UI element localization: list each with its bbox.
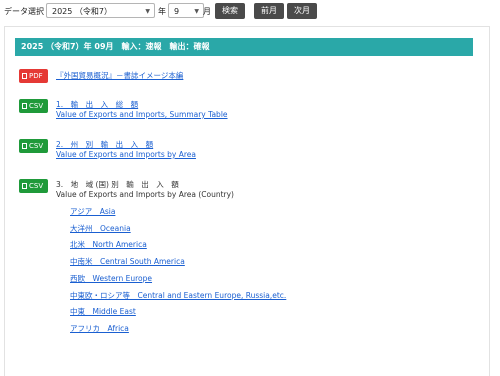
toolbar: データ選択 2025 （令和7） ▼ 年 9 ▼ 月 検索 前月 次月 <box>0 0 500 24</box>
pdf-badge-label: PDF <box>29 72 43 80</box>
csv-badge-label: CSV <box>29 142 44 150</box>
search-button[interactable]: 検索 <box>215 3 245 19</box>
csv-badge[interactable]: CSV <box>19 179 48 193</box>
pdf-overview-link[interactable]: 『外国貿易概況』－書誌イメージ本編 <box>56 70 183 81</box>
region-link-north-america[interactable]: 北米 North America <box>70 239 147 250</box>
pdf-icon <box>22 73 27 79</box>
prev-month-button[interactable]: 前月 <box>254 3 284 19</box>
csv-badge-label: CSV <box>29 182 44 190</box>
summary-table-link-ja[interactable]: 1. 輸 出 入 総 額 <box>56 99 138 110</box>
csv-badge[interactable]: CSV <box>19 99 48 113</box>
region-link-central-eastern-europe[interactable]: 中東欧・ロシア等 Central and Eastern Europe, Rus… <box>70 290 286 301</box>
region-link-oceania[interactable]: 大洋州 Oceania <box>70 223 131 234</box>
content-panel: 2025 （令和7）年 09月 輸入：速報 輸出：確報 PDF 『外国貿易概況』… <box>4 26 490 376</box>
pdf-badge[interactable]: PDF <box>19 69 48 83</box>
by-country-title-en: Value of Exports and Imports by Area (Co… <box>56 190 234 199</box>
data-select-label: データ選択 <box>4 7 44 16</box>
year-select[interactable]: 2025 （令和7） ▼ <box>46 3 155 18</box>
csv-icon <box>22 143 27 149</box>
csv-icon <box>22 183 27 189</box>
year-unit-label: 年 <box>158 7 166 16</box>
chevron-down-icon: ▼ <box>194 8 199 15</box>
period-header: 2025 （令和7）年 09月 輸入：速報 輸出：確報 <box>15 38 473 56</box>
region-link-central-south-america[interactable]: 中南米 Central South America <box>70 256 185 267</box>
region-link-africa[interactable]: アフリカ Africa <box>70 323 129 334</box>
month-select[interactable]: 9 ▼ <box>168 3 204 18</box>
region-link-western-europe[interactable]: 西欧 Western Europe <box>70 273 152 284</box>
month-unit-label: 月 <box>203 7 211 16</box>
csv-badge[interactable]: CSV <box>19 139 48 153</box>
csv-badge-label: CSV <box>29 102 44 110</box>
csv-icon <box>22 103 27 109</box>
by-area-link-en[interactable]: Value of Exports and Imports by Area <box>56 150 196 159</box>
next-month-button[interactable]: 次月 <box>287 3 317 19</box>
month-select-value: 9 <box>174 7 180 16</box>
summary-table-link-en[interactable]: Value of Exports and Imports, Summary Ta… <box>56 110 228 119</box>
year-select-value: 2025 （令和7） <box>52 7 112 16</box>
region-link-asia[interactable]: アジア Asia <box>70 206 115 217</box>
by-country-title-ja: 3. 地 域 (国) 別 輸 出 入 額 <box>56 180 179 189</box>
by-area-link-ja[interactable]: 2. 州 別 輸 出 入 額 <box>56 139 153 150</box>
region-link-middle-east[interactable]: 中東 Middle East <box>70 306 136 317</box>
chevron-down-icon: ▼ <box>145 8 150 15</box>
